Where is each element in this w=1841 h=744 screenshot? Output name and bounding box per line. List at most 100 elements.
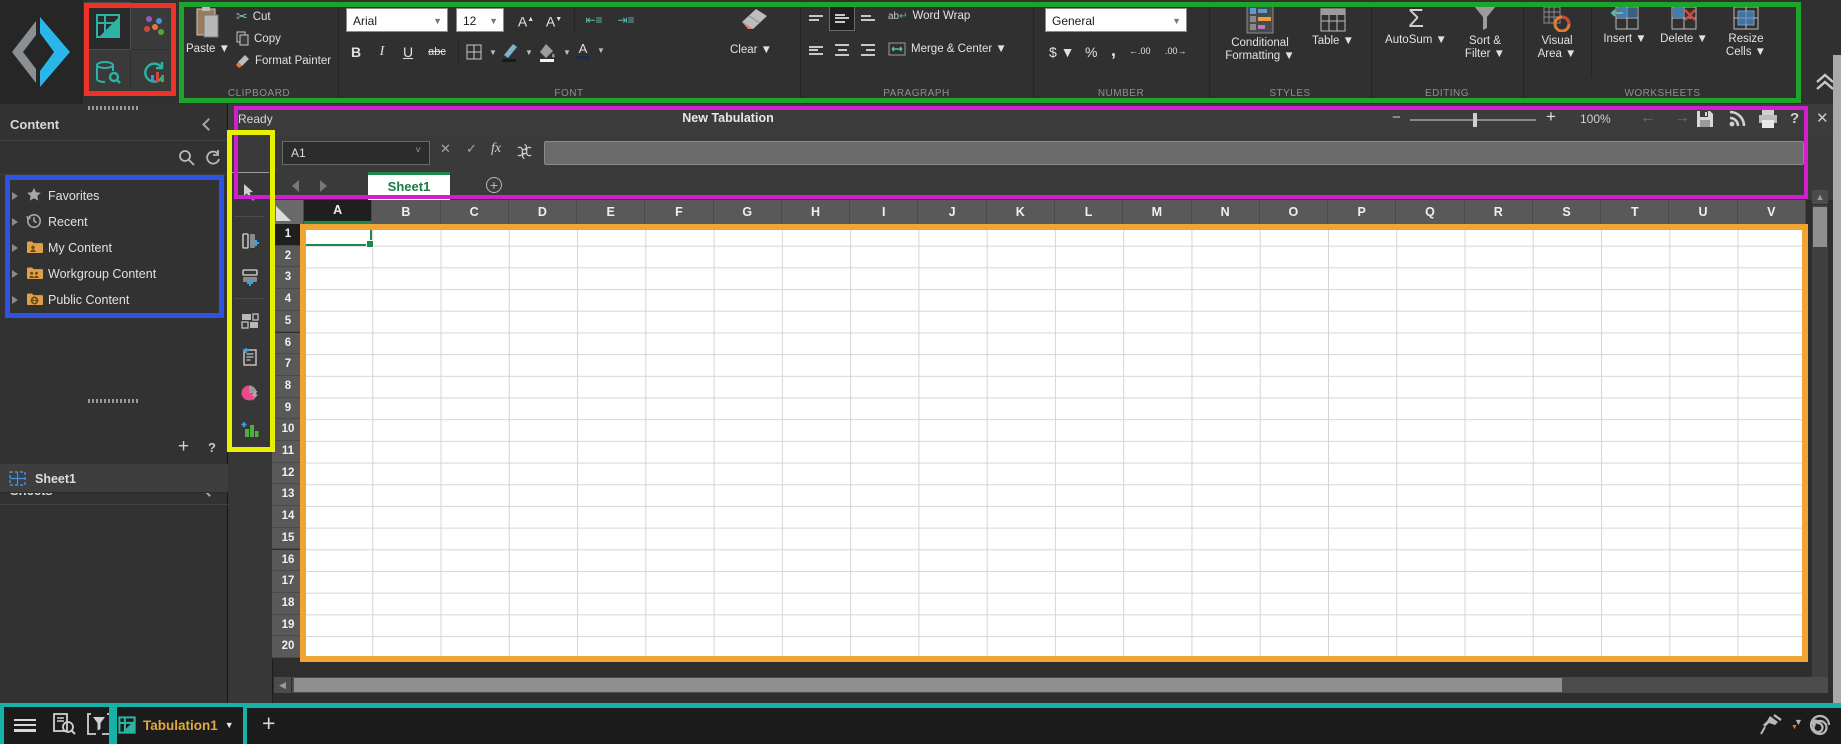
confirm-entry-button[interactable]: ✓ [466, 141, 477, 157]
row-header-3[interactable]: 3 [272, 267, 304, 289]
column-header-U[interactable]: U [1669, 200, 1737, 224]
expand-arrow-icon[interactable] [12, 192, 18, 200]
rss-feed-icon[interactable] [1728, 110, 1746, 128]
insert-button[interactable]: Insert ▼ [1599, 6, 1651, 46]
redo-forward-button[interactable]: → [1674, 109, 1690, 127]
paste-button[interactable]: Paste ▼ [186, 6, 230, 56]
content-item-my-content[interactable]: My Content [0, 235, 228, 261]
align-middle-button[interactable] [830, 6, 854, 30]
pin-icon[interactable] [1760, 714, 1784, 736]
column-header-M[interactable]: M [1123, 200, 1191, 224]
previous-sheet-button[interactable] [292, 180, 299, 192]
comma-button[interactable]: , [1111, 40, 1116, 61]
expand-arrow-icon[interactable] [12, 270, 18, 278]
decrease-decimal-button[interactable]: .00→ [1165, 46, 1187, 56]
function-library-icon[interactable] [516, 143, 533, 160]
add-sheet-tab-button[interactable]: + [486, 177, 502, 193]
column-header-T[interactable]: T [1601, 200, 1669, 224]
sort-filter-button[interactable]: Sort & Filter ▼ [1455, 4, 1515, 61]
row-header-18[interactable]: 18 [272, 593, 304, 615]
row-header-6[interactable]: 6 [272, 333, 304, 355]
resize-cells-button[interactable]: Resize Cells ▼ [1719, 6, 1773, 59]
column-header-H[interactable]: H [782, 200, 850, 224]
increase-decimal-button[interactable]: ←.00 [1129, 46, 1151, 56]
border-pen-button[interactable]: ▼ [500, 42, 533, 62]
align-left-button[interactable] [804, 38, 828, 62]
print-icon[interactable] [1758, 110, 1778, 128]
next-sheet-button[interactable] [320, 180, 327, 192]
filter-view-icon[interactable] [86, 712, 112, 736]
bold-button[interactable]: B [344, 40, 368, 64]
insert-function-button[interactable]: fx [491, 141, 501, 157]
strikethrough-button[interactable]: abc [422, 40, 452, 64]
currency-button[interactable]: $ ▼ [1049, 44, 1075, 60]
column-header-R[interactable]: R [1465, 200, 1533, 224]
expand-arrow-icon[interactable] [12, 218, 18, 226]
column-header-D[interactable]: D [509, 200, 577, 224]
column-header-C[interactable]: C [441, 200, 509, 224]
align-right-button[interactable] [856, 38, 880, 62]
increase-indent-button[interactable]: ⇥≡ [614, 8, 638, 32]
row-header-19[interactable]: 19 [272, 615, 304, 637]
module-tile-data[interactable] [85, 50, 130, 96]
row-header-12[interactable]: 12 [272, 463, 304, 485]
scroll-left-button[interactable]: ◀ [274, 677, 291, 693]
column-header-A[interactable]: A [304, 200, 372, 224]
module-tile-refresh-report[interactable] [131, 50, 176, 96]
autosum-button[interactable]: Σ AutoSum ▼ [1381, 2, 1451, 47]
fill-color-button[interactable]: ▼ [538, 42, 571, 62]
module-tile-explore[interactable] [131, 3, 176, 49]
vertical-scrollbar-thumb[interactable] [1813, 207, 1827, 247]
new-document-button[interactable]: + [262, 710, 275, 737]
content-item-recent[interactable]: Recent [0, 209, 228, 235]
table-button[interactable]: Table ▼ [1305, 8, 1361, 48]
zoom-slider-thumb[interactable] [1473, 113, 1477, 127]
formula-input[interactable] [544, 141, 1804, 165]
row-header-17[interactable]: 17 [272, 571, 304, 593]
font-size-select[interactable]: 12 ▼ [456, 8, 504, 32]
align-top-button[interactable] [804, 6, 828, 30]
layout-tool-button[interactable] [232, 306, 268, 336]
browse-documents-icon[interactable] [52, 712, 76, 736]
panel-resize-handle[interactable] [88, 399, 140, 403]
insert-pie-chart-tool-button[interactable] [232, 378, 268, 408]
column-header-O[interactable]: O [1260, 200, 1328, 224]
horizontal-scrollbar[interactable] [292, 677, 1828, 693]
column-header-I[interactable]: I [850, 200, 918, 224]
search-icon[interactable] [178, 149, 195, 166]
visual-area-button[interactable]: Visual Area ▼ [1529, 6, 1585, 61]
italic-button[interactable]: I [370, 40, 394, 64]
scroll-up-button[interactable]: ▲ [1812, 190, 1828, 204]
column-header-E[interactable]: E [577, 200, 645, 224]
refresh-icon[interactable] [204, 149, 221, 166]
undo-back-button[interactable]: ← [1640, 109, 1656, 127]
insert-bar-chart-tool-button[interactable] [232, 414, 268, 444]
row-header-8[interactable]: 8 [272, 376, 304, 398]
row-header-13[interactable]: 13 [272, 484, 304, 506]
expand-arrow-icon[interactable] [12, 244, 18, 252]
vertical-scrollbar[interactable] [1812, 205, 1828, 677]
row-header-15[interactable]: 15 [272, 528, 304, 550]
eraser-icon[interactable] [738, 6, 770, 32]
font-family-select[interactable]: Arial ▼ [346, 8, 448, 32]
column-header-S[interactable]: S [1533, 200, 1601, 224]
row-header-20[interactable]: 20 [272, 636, 304, 658]
grow-font-button[interactable]: A▲ [514, 8, 538, 32]
zoom-in-button[interactable]: + [1546, 107, 1556, 127]
module-tile-tabulation[interactable] [85, 3, 130, 49]
align-center-button[interactable] [830, 38, 854, 62]
copy-button[interactable]: Copy [236, 31, 281, 46]
horizontal-scrollbar-thumb[interactable] [294, 678, 1562, 692]
cancel-entry-button[interactable]: ✕ [440, 141, 451, 157]
row-header-10[interactable]: 10 [272, 419, 304, 441]
content-item-favorites[interactable]: Favorites [0, 183, 228, 209]
word-wrap-button[interactable]: ab↵ Word Wrap [888, 10, 970, 22]
insert-row-tool-button[interactable] [232, 262, 268, 292]
column-header-K[interactable]: K [987, 200, 1055, 224]
close-document-button[interactable]: ✕ [1816, 109, 1829, 127]
row-header-4[interactable]: 4 [272, 289, 304, 311]
content-item-public-content[interactable]: Public Content [0, 287, 228, 313]
save-icon[interactable] [1696, 110, 1714, 128]
sheets-help-button[interactable]: ? [208, 440, 216, 455]
select-all-corner[interactable] [272, 200, 304, 224]
